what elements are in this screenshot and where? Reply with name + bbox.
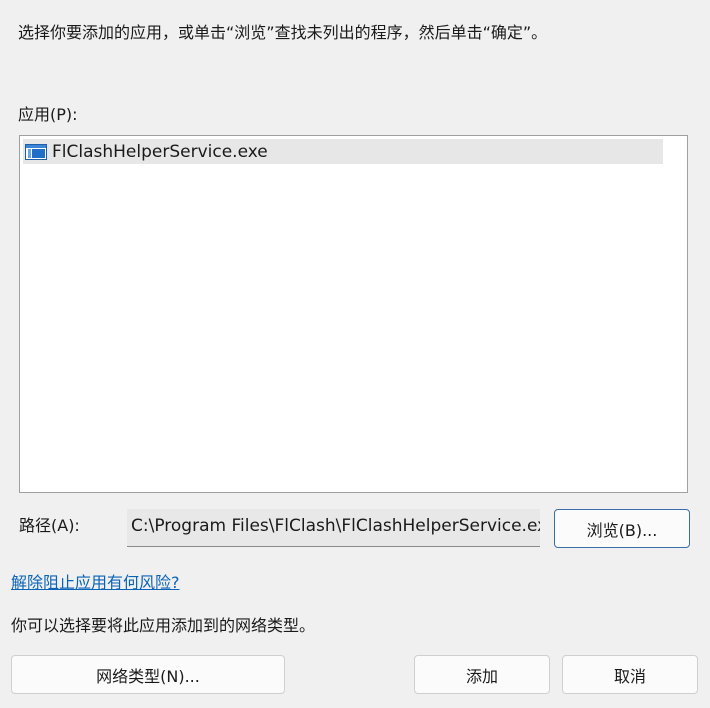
app-list[interactable]: FlClashHelperService.exe <box>19 135 688 493</box>
apps-label: 应用(P): <box>18 105 78 124</box>
network-type-button[interactable]: 网络类型(N)... <box>11 655 285 694</box>
cancel-button[interactable]: 取消 <box>562 655 698 694</box>
path-field[interactable]: C:\Program Files\FlClash\FlClashHelperSe… <box>127 509 540 547</box>
instruction-text: 选择你要添加的应用，或单击“浏览”查找未列出的程序，然后单击“确定”。 <box>18 23 548 42</box>
network-type-description: 你可以选择要将此应用添加到的网络类型。 <box>11 616 316 635</box>
add-button[interactable]: 添加 <box>414 655 550 694</box>
executable-icon <box>25 143 47 160</box>
browse-button[interactable]: 浏览(B)... <box>554 509 690 548</box>
path-label: 路径(A): <box>19 516 80 535</box>
list-item-label: FlClashHelperService.exe <box>52 141 268 162</box>
list-item[interactable]: FlClashHelperService.exe <box>23 139 663 164</box>
risk-link[interactable]: 解除阻止应用有何风险? <box>11 572 180 594</box>
